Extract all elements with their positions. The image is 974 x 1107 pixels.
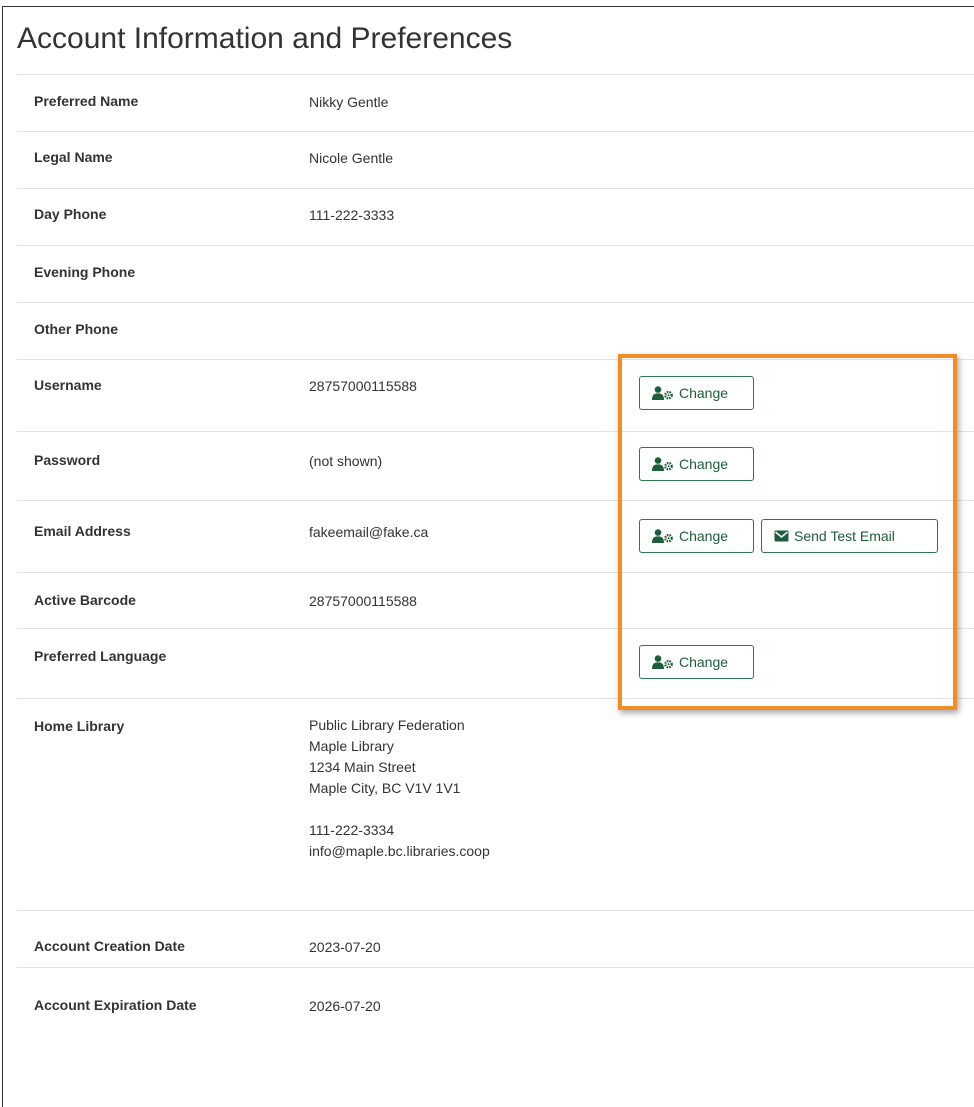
preferred-name-value: Nikky Gentle — [309, 94, 389, 110]
account-creation-date-value: 2023-07-20 — [309, 939, 381, 955]
library-federation-name: Public Library Federation — [309, 717, 465, 733]
account-expiration-date-value: 2026-07-20 — [309, 998, 381, 1014]
library-city-postal: Maple City, BC V1V 1V1 — [309, 780, 461, 796]
active-barcode-value: 28757000115588 — [309, 593, 417, 609]
day-phone-value: 111-222-3333 — [309, 207, 395, 223]
library-branch-name: Maple Library — [309, 738, 394, 754]
row-preferred-name: Preferred Name Nikky Gentle — [17, 75, 974, 132]
account-creation-date-label: Account Creation Date — [34, 938, 185, 954]
row-other-phone: Other Phone — [17, 303, 974, 360]
library-street-address: 1234 Main Street — [309, 759, 416, 775]
page-title: Account Information and Preferences — [17, 22, 513, 55]
other-phone-label: Other Phone — [34, 321, 119, 337]
legal-name-value: Nicole Gentle — [309, 150, 394, 166]
library-phone: 111-222-3334 — [309, 822, 395, 838]
row-legal-name: Legal Name Nicole Gentle — [17, 132, 974, 189]
row-account-expiration-date: Account Expiration Date 2026-07-20 — [17, 968, 974, 1032]
preferred-name-label: Preferred Name — [34, 93, 139, 109]
home-library-label: Home Library — [34, 718, 125, 734]
home-library-address: Public Library Federation Maple Library … — [309, 715, 490, 862]
row-evening-phone: Evening Phone — [17, 246, 974, 303]
day-phone-label: Day Phone — [34, 206, 107, 222]
email-address-label: Email Address — [34, 523, 131, 539]
email-address-value: fakeemail@fake.ca — [309, 524, 429, 540]
password-label: Password — [34, 452, 101, 468]
active-barcode-label: Active Barcode — [34, 592, 136, 608]
row-account-creation-date: Account Creation Date 2023-07-20 — [17, 911, 974, 968]
preferred-language-label: Preferred Language — [34, 648, 167, 664]
library-email: info@maple.bc.libraries.coop — [309, 843, 490, 859]
legal-name-label: Legal Name — [34, 149, 113, 165]
account-expiration-date-label: Account Expiration Date — [34, 997, 197, 1013]
password-value: (not shown) — [309, 453, 383, 469]
username-label: Username — [34, 377, 102, 393]
highlight-box — [618, 354, 957, 710]
evening-phone-label: Evening Phone — [34, 264, 136, 280]
row-day-phone: Day Phone 111-222-3333 — [17, 189, 974, 246]
row-home-library: Home Library Public Library Federation M… — [17, 699, 974, 911]
username-value: 28757000115588 — [309, 378, 417, 394]
